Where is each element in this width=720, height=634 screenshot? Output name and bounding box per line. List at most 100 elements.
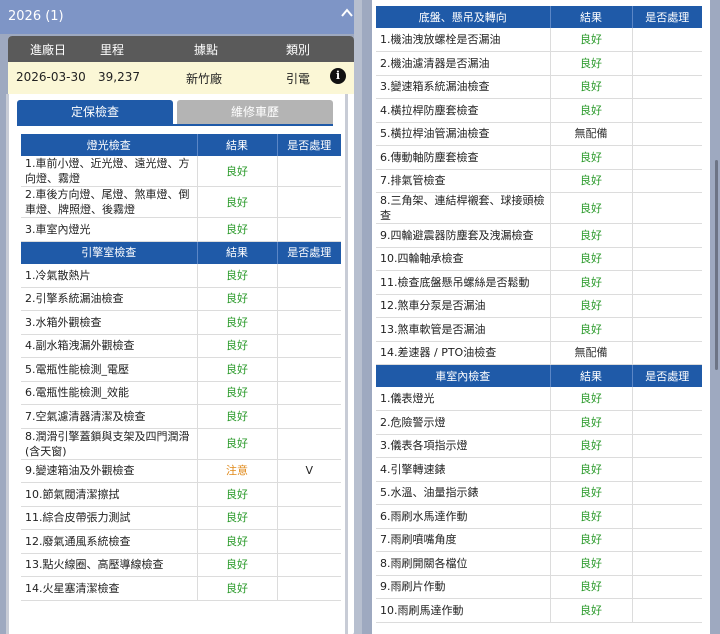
inspection-row: 13.煞車軟管是否漏油 良好 — [376, 317, 702, 342]
inspection-item: 11.檢查底盤懸吊螺絲是否鬆動 — [376, 270, 551, 295]
inspection-handled — [277, 263, 341, 288]
column-result: 結果 — [197, 134, 278, 156]
visit-mileage: 39,237 — [98, 70, 140, 84]
inspection-result: 良好 — [197, 263, 278, 288]
scrollbar[interactable] — [715, 160, 718, 370]
inspection-row: 1.冷氣散熱片 良好 — [21, 263, 341, 288]
inspection-row: 10.四輪軸承檢查 良好 — [376, 247, 702, 271]
inspection-handled — [632, 575, 702, 599]
inspection-item: 4.橫拉桿防塵套檢查 — [376, 98, 551, 123]
inspection-handled: V — [277, 459, 341, 483]
inspection-row: 14.火星塞清潔檢查 良好 — [21, 576, 341, 601]
inspection-handled — [632, 145, 702, 170]
inspection-item: 3.儀表各項指示燈 — [376, 434, 551, 458]
inspection-result: 良好 — [197, 428, 278, 460]
inspection-handled — [277, 310, 341, 335]
visit-date: 2026-03-30 — [16, 70, 86, 84]
header-date: 進廠日 — [30, 43, 67, 57]
inspection-result: 良好 — [550, 598, 633, 623]
inspection-handled — [632, 481, 702, 505]
inspection-item: 3.車室內燈光 — [21, 217, 198, 242]
tab-maintenance-check[interactable]: 定保檢查 — [17, 100, 173, 124]
inspection-result: 良好 — [197, 217, 278, 242]
inspection-result: 良好 — [197, 287, 278, 311]
year-group-label: 2026 (1) — [8, 9, 64, 24]
inspection-handled — [277, 482, 341, 507]
inspection-item: 9.四輪避震器防塵套及洩漏檢查 — [376, 223, 551, 248]
inspection-result: 良好 — [550, 51, 633, 76]
inspection-item: 10.節氣閥清潔擦拭 — [21, 482, 198, 507]
inspection-result: 良好 — [197, 334, 278, 358]
inspection-handled — [632, 51, 702, 76]
left-inspection-table: 燈光檢查 結果 是否處理 1.車前小燈、近光燈、遠光燈、方向燈、霧燈 良好 2.車後方向燈… — [21, 134, 341, 601]
inspection-item: 5.水溫、油量指示錶 — [376, 481, 551, 505]
inspection-row: 6.傳動軸防塵套檢查 良好 — [376, 145, 702, 170]
inspection-row: 10.節氣閥清潔擦拭 良好 — [21, 482, 341, 507]
inspection-item: 3.變速箱系統漏油檢查 — [376, 75, 551, 99]
inspection-handled — [632, 434, 702, 458]
inspection-handled — [632, 270, 702, 295]
section-header: 車室內檢查 結果 是否處理 — [376, 364, 702, 387]
inspection-handled — [632, 122, 702, 146]
inspection-item: 2.危險警示燈 — [376, 410, 551, 435]
info-icon[interactable]: i — [330, 68, 346, 84]
year-group-header[interactable]: 2026 (1) — [0, 0, 362, 34]
inspection-result: 良好 — [550, 294, 633, 318]
section-header: 引擎室檢查 結果 是否處理 — [21, 241, 341, 264]
panel-divider — [354, 0, 362, 634]
left-panel: 2026 (1) 進廠日 里程 據點 類別 2026-03-30 39,237 … — [0, 0, 362, 634]
inspection-item: 2.機油濾清器是否漏油 — [376, 51, 551, 76]
inspection-row: 9.雨刷片作動 良好 — [376, 575, 702, 599]
inspection-handled — [632, 223, 702, 248]
inspection-result: 良好 — [550, 223, 633, 248]
inspection-row: 3.變速箱系統漏油檢查 良好 — [376, 75, 702, 99]
inspection-handled — [632, 28, 702, 52]
inspection-item: 5.橫拉桿油管漏油檢查 — [376, 122, 551, 146]
inspection-row: 12.煞車分泵是否漏油 良好 — [376, 294, 702, 318]
inspection-handled — [277, 381, 341, 405]
inspection-row: 7.排氣管檢查 良好 — [376, 169, 702, 193]
inspection-item: 1.車前小燈、近光燈、遠光燈、方向燈、霧燈 — [21, 156, 198, 187]
section-title: 燈光檢查 — [21, 134, 198, 156]
section-header: 底盤、懸吊及轉向 結果 是否處理 — [376, 6, 702, 28]
visit-row[interactable]: 2026-03-30 39,237 新竹廠 引電 i — [8, 62, 354, 94]
column-result: 結果 — [550, 6, 633, 28]
inspection-item: 7.排氣管檢查 — [376, 169, 551, 193]
inspection-handled — [277, 357, 341, 382]
inspection-row: 10.雨刷馬達作動 良好 — [376, 598, 702, 623]
inspection-result: 良好 — [197, 156, 278, 187]
tab-underline — [17, 124, 333, 126]
inspection-result: 良好 — [550, 247, 633, 271]
chevron-up-icon[interactable] — [340, 6, 354, 20]
inspection-row: 3.水箱外觀檢查 良好 — [21, 310, 341, 335]
inspection-row: 2.機油濾清器是否漏油 良好 — [376, 51, 702, 76]
inspection-result: 良好 — [197, 506, 278, 530]
inspection-row: 13.點火線圈、高壓導線檢查 良好 — [21, 553, 341, 577]
inspection-row: 5.橫拉桿油管漏油檢查 無配備 — [376, 122, 702, 146]
inspection-handled — [277, 287, 341, 311]
inspection-handled — [632, 192, 702, 224]
inspection-handled — [277, 553, 341, 577]
inspection-handled — [277, 217, 341, 242]
inspection-handled — [632, 294, 702, 318]
inspection-result: 無配備 — [550, 341, 633, 365]
right-panel: 底盤、懸吊及轉向 結果 是否處理 1.機油洩放螺栓是否漏油 良好 2.機油濾清器是否漏油良… — [362, 0, 720, 634]
inspection-result: 良好 — [550, 145, 633, 170]
column-handled: 是否處理 — [632, 364, 702, 387]
tab-repair-history[interactable]: 維修車歷 — [177, 100, 333, 124]
inspection-handled — [632, 528, 702, 552]
inspection-handled — [277, 576, 341, 601]
inspection-result: 良好 — [550, 410, 633, 435]
inspection-item: 12.煞車分泵是否漏油 — [376, 294, 551, 318]
inspection-result: 良好 — [550, 169, 633, 193]
header-site: 據點 — [194, 43, 219, 57]
inspection-row: 7.雨刷噴嘴角度 良好 — [376, 528, 702, 552]
inspection-item: 4.副水箱洩漏外觀檢查 — [21, 334, 198, 358]
inspection-item: 14.火星塞清潔檢查 — [21, 576, 198, 601]
inspection-item: 8.潤滑引擎蓋鎖與支架及四門潤滑(含天窗) — [21, 428, 198, 460]
inspection-row: 5.電瓶性能檢測_電壓 良好 — [21, 357, 341, 382]
tab-bar: 定保檢查 維修車歷 — [17, 100, 333, 124]
inspection-row: 9.變速箱油及外觀檢查 注意 V — [21, 459, 341, 483]
column-handled: 是否處理 — [277, 134, 341, 156]
inspection-result: 良好 — [550, 481, 633, 505]
